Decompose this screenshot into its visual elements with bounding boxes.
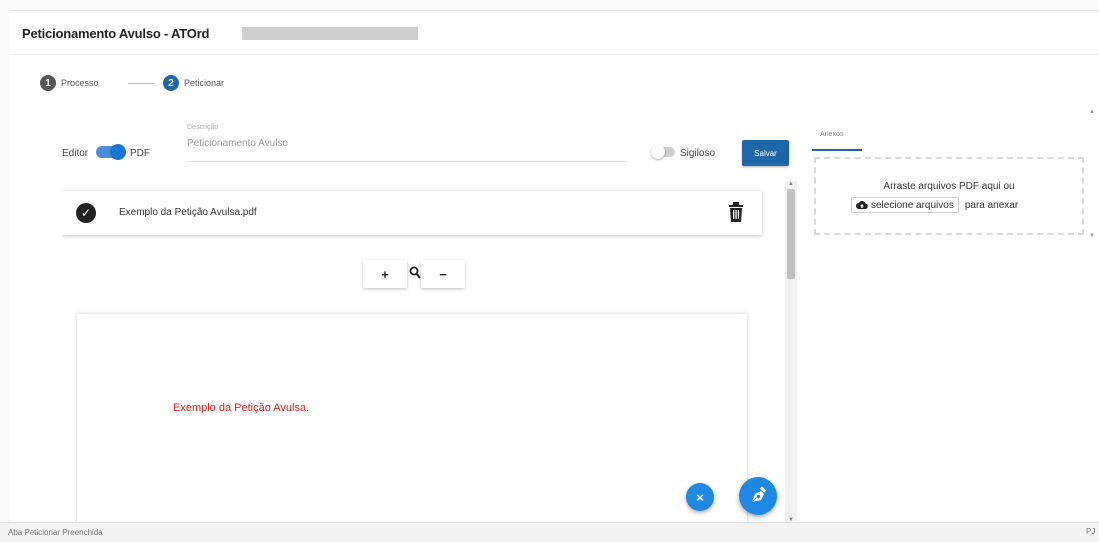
- scroll-up-arrow-icon[interactable]: ▲: [1089, 109, 1095, 115]
- cloud-upload-icon: [856, 201, 868, 209]
- pdf-preview-text: Exemplo da Petição Avulsa.: [173, 402, 310, 414]
- editor-label: Editor: [62, 148, 89, 159]
- select-files-button[interactable]: selecione arquivos: [851, 197, 959, 213]
- main-card: Peticionamento Avulso - ATOrd 1 Processo…: [10, 10, 1099, 523]
- redacted-process-number: [242, 27, 418, 40]
- description-field: Descrição: [187, 124, 627, 162]
- sigiloso-label: Sigiloso: [680, 148, 716, 159]
- sigiloso-toggle[interactable]: [651, 145, 675, 159]
- step-processo[interactable]: 1 Processo: [40, 75, 99, 91]
- editor-pdf-toggle[interactable]: [96, 144, 126, 160]
- status-right-text: PJ: [1086, 527, 1096, 536]
- file-card: ✓ Exemplo da Petição Avulsa.pdf: [62, 191, 762, 235]
- app-page: Peticionamento Avulso - ATOrd 1 Processo…: [0, 0, 1099, 542]
- step-label: Peticionar: [184, 78, 225, 88]
- sign-send-fab-button[interactable]: [739, 477, 777, 515]
- description-label: Descrição: [187, 124, 219, 131]
- pen-nib-icon: [750, 486, 767, 504]
- document-scroll-area[interactable]: ✓ Exemplo da Petição Avulsa.pdf + − Exem…: [62, 181, 782, 523]
- attachment-dropzone[interactable]: Arraste arquivos PDF aqui ou selecione a…: [814, 157, 1084, 235]
- zoom-out-button[interactable]: −: [421, 260, 465, 288]
- select-files-label: selecione arquivos: [871, 199, 954, 211]
- scroll-down-arrow-icon[interactable]: ▼: [1089, 233, 1095, 239]
- attachments-scrollbar[interactable]: ▲ ▼: [1089, 109, 1097, 239]
- pdf-preview-page: Exemplo da Petição Avulsa.: [77, 314, 747, 523]
- magnifier-icon: [409, 266, 421, 279]
- zoom-controls: + −: [363, 260, 465, 288]
- dropzone-suffix: para anexar: [964, 199, 1019, 211]
- step-peticionar[interactable]: 2 Peticionar: [163, 75, 224, 91]
- toggle-knob: [110, 144, 126, 160]
- step-number: 2: [163, 75, 179, 91]
- dropzone-instruction: Arraste arquivos PDF aqui ou: [883, 181, 1015, 192]
- pdf-label: PDF: [130, 148, 150, 159]
- step-connector: [128, 83, 154, 84]
- document-scrollbar[interactable]: ▲ ▼: [785, 181, 797, 523]
- trash-icon[interactable]: [729, 202, 743, 222]
- step-label: Processo: [61, 78, 99, 88]
- status-bar: Aba Peticionar Preenchida PJ: [0, 522, 1099, 542]
- zoom-in-button[interactable]: +: [363, 260, 407, 288]
- status-text: Aba Peticionar Preenchida: [8, 528, 103, 537]
- scroll-thumb[interactable]: [787, 189, 795, 279]
- scroll-up-arrow-icon[interactable]: ▲: [788, 181, 794, 187]
- description-input[interactable]: [187, 138, 627, 149]
- check-circle-icon: ✓: [76, 203, 96, 223]
- tab-anexos-label: Anexos: [820, 131, 844, 138]
- page-title: Peticionamento Avulso - ATOrd: [22, 26, 210, 41]
- toggle-knob: [651, 145, 665, 159]
- file-name: Exemplo da Petição Avulsa.pdf: [119, 207, 257, 218]
- tab-anexos[interactable]: Anexos: [812, 129, 862, 151]
- title-bar: Peticionamento Avulso - ATOrd: [10, 11, 1099, 55]
- cancel-fab-button[interactable]: ×: [686, 483, 714, 511]
- step-number: 1: [40, 75, 56, 91]
- save-button[interactable]: Salvar: [742, 140, 789, 166]
- dropzone-actions: selecione arquivos para anexar: [851, 197, 1018, 213]
